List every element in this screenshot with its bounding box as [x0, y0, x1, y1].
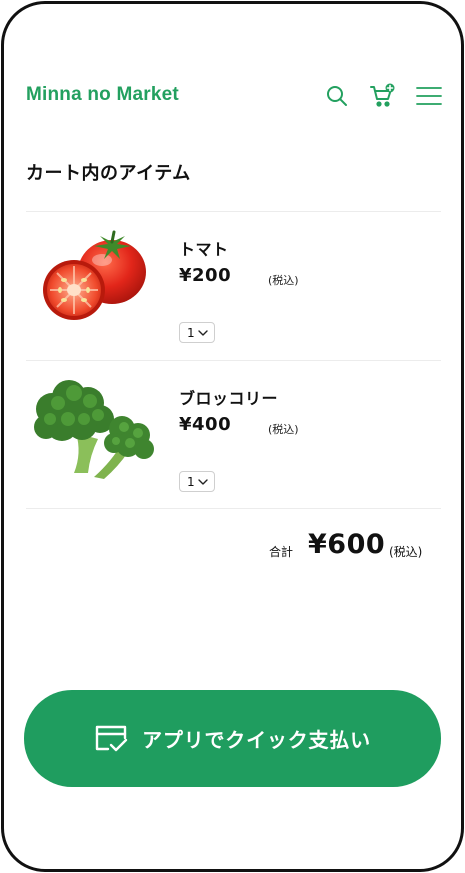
cart-total: 合計 ¥600 (税込) [4, 527, 461, 567]
menu-icon[interactable] [414, 81, 444, 111]
broccoli-image [24, 371, 159, 481]
item-name: ブロッコリー [179, 389, 279, 408]
tax-note: (税込) [268, 423, 299, 436]
item-name: トマト [179, 240, 229, 259]
quantity-select[interactable]: 1 [179, 322, 215, 343]
cart-item: ブロッコリー ¥400 (税込) 1 [4, 361, 461, 509]
phone-frame: Minna no Market カート内のアイテム トマト ¥200 (税込) … [1, 1, 464, 872]
cart-add-icon[interactable] [368, 81, 398, 111]
tax-note: (税込) [389, 545, 423, 559]
quantity-value: 1 [187, 325, 195, 340]
page-title: カート内のアイテム [26, 163, 191, 184]
chevron-down-icon [197, 478, 208, 485]
payment-card-icon [95, 725, 128, 751]
item-price: ¥400 [179, 414, 232, 435]
tomato-image [24, 222, 159, 332]
cart-item: トマト ¥200 (税込) 1 [4, 212, 461, 360]
quick-pay-button[interactable]: アプリでクイック支払い [24, 690, 441, 787]
tax-note: (税込) [268, 274, 299, 287]
app-header: Minna no Market [4, 79, 461, 115]
quick-pay-label: アプリでクイック支払い [142, 728, 371, 752]
quantity-value: 1 [187, 474, 195, 489]
item-price: ¥200 [179, 265, 232, 286]
quantity-select[interactable]: 1 [179, 471, 215, 492]
divider [26, 508, 441, 509]
total-value: ¥600 [308, 529, 386, 560]
brand-logo[interactable]: Minna no Market [26, 84, 179, 106]
chevron-down-icon [197, 329, 208, 336]
total-label: 合計 [269, 545, 294, 559]
search-icon[interactable] [322, 81, 352, 111]
